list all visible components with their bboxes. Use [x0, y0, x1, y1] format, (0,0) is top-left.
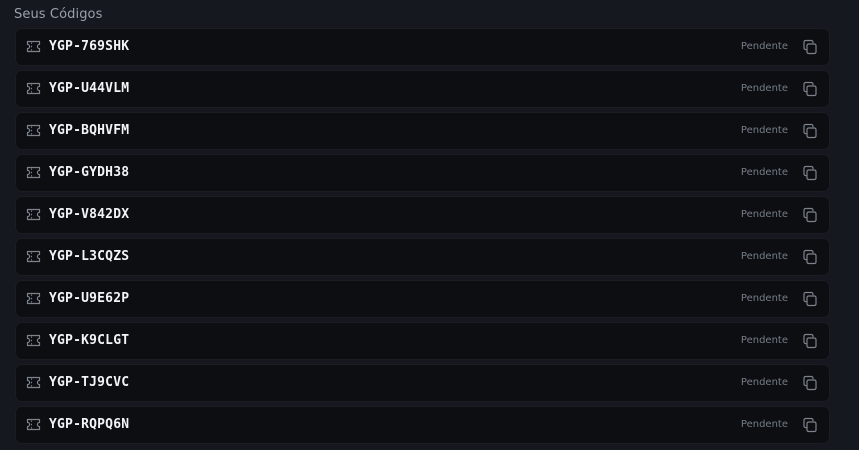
- ticket-icon: [26, 82, 41, 95]
- code-row: YGP-GYDH38 Pendente: [15, 154, 830, 192]
- status-label: Pendente: [740, 251, 788, 262]
- status-label: Pendente: [740, 419, 788, 430]
- status-label: Pendente: [740, 377, 788, 388]
- status-label: Pendente: [740, 335, 788, 346]
- code-value[interactable]: YGP-L3CQZS: [49, 249, 129, 264]
- code-value[interactable]: YGP-GYDH38: [49, 165, 129, 180]
- copy-icon: [803, 291, 817, 307]
- copy-icon: [803, 417, 817, 433]
- ticket-icon: [26, 208, 41, 221]
- copy-icon: [803, 375, 817, 391]
- code-row: YGP-BQHVFM Pendente: [15, 112, 830, 150]
- copy-icon: [803, 249, 817, 265]
- codes-list: YGP-769SHK Pendente YGP-U44VLM Pendente …: [15, 28, 830, 448]
- code-row: YGP-U9E62P Pendente: [15, 280, 830, 318]
- status-label: Pendente: [740, 83, 788, 94]
- status-label: Pendente: [740, 125, 788, 136]
- code-row: YGP-769SHK Pendente: [15, 28, 830, 66]
- code-value[interactable]: YGP-RQPQ6N: [49, 417, 129, 432]
- ticket-icon: [26, 124, 41, 137]
- ticket-icon: [26, 166, 41, 179]
- code-row: YGP-L3CQZS Pendente: [15, 238, 830, 276]
- copy-icon: [803, 333, 817, 349]
- status-label: Pendente: [740, 293, 788, 304]
- code-row: YGP-K9CLGT Pendente: [15, 322, 830, 360]
- code-value[interactable]: YGP-V842DX: [49, 207, 129, 222]
- copy-button[interactable]: [801, 164, 819, 182]
- section-title: Seus Códigos: [14, 7, 103, 22]
- ticket-icon: [26, 292, 41, 305]
- code-value[interactable]: YGP-U44VLM: [49, 81, 129, 96]
- ticket-icon: [26, 334, 41, 347]
- copy-button[interactable]: [801, 290, 819, 308]
- status-label: Pendente: [740, 167, 788, 178]
- status-label: Pendente: [740, 41, 788, 52]
- copy-button[interactable]: [801, 416, 819, 434]
- copy-button[interactable]: [801, 80, 819, 98]
- copy-icon: [803, 39, 817, 55]
- status-label: Pendente: [740, 209, 788, 220]
- code-row: YGP-U44VLM Pendente: [15, 70, 830, 108]
- copy-button[interactable]: [801, 122, 819, 140]
- ticket-icon: [26, 40, 41, 53]
- copy-icon: [803, 81, 817, 97]
- code-value[interactable]: YGP-TJ9CVC: [49, 375, 129, 390]
- copy-button[interactable]: [801, 206, 819, 224]
- copy-button[interactable]: [801, 374, 819, 392]
- ticket-icon: [26, 376, 41, 389]
- copy-icon: [803, 165, 817, 181]
- code-row: YGP-RQPQ6N Pendente: [15, 406, 830, 444]
- code-value[interactable]: YGP-K9CLGT: [49, 333, 129, 348]
- copy-button[interactable]: [801, 248, 819, 266]
- code-value[interactable]: YGP-U9E62P: [49, 291, 129, 306]
- code-value[interactable]: YGP-BQHVFM: [49, 123, 129, 138]
- code-row: YGP-V842DX Pendente: [15, 196, 830, 234]
- ticket-icon: [26, 250, 41, 263]
- copy-icon: [803, 123, 817, 139]
- ticket-icon: [26, 418, 41, 431]
- copy-button[interactable]: [801, 332, 819, 350]
- code-row: YGP-TJ9CVC Pendente: [15, 364, 830, 402]
- copy-icon: [803, 207, 817, 223]
- code-value[interactable]: YGP-769SHK: [49, 39, 129, 54]
- copy-button[interactable]: [801, 38, 819, 56]
